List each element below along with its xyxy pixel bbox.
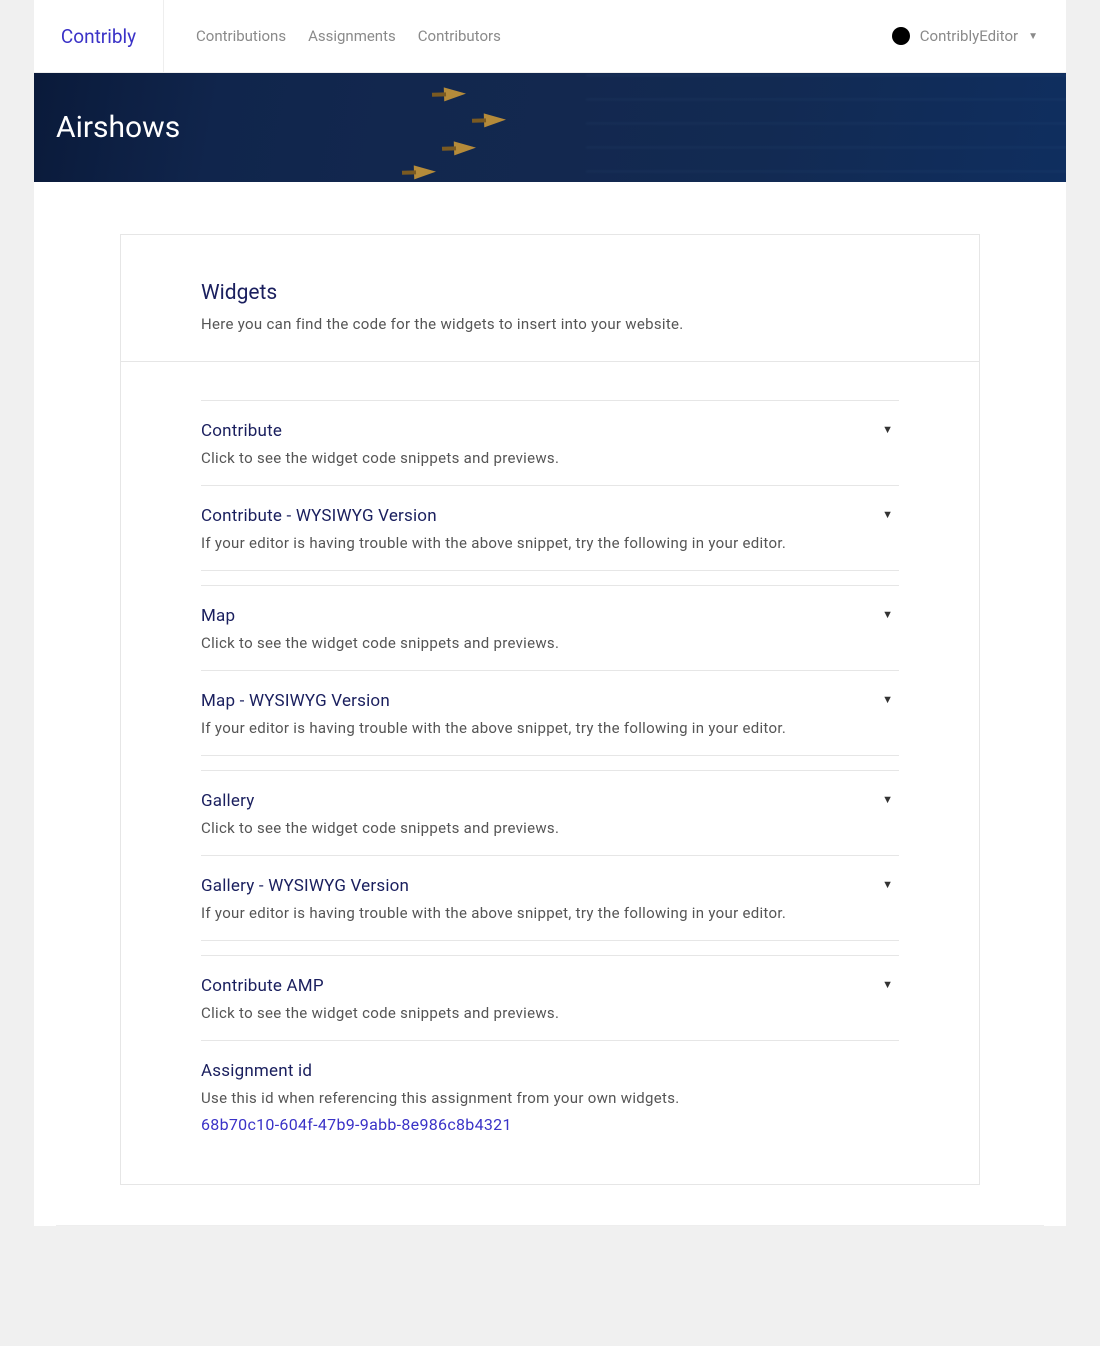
caret-down-icon: ▼ — [882, 693, 893, 706]
widget-desc: If your editor is having trouble with th… — [201, 904, 899, 922]
widgets-panel: Widgets Here you can find the code for t… — [120, 234, 980, 1185]
widget-row-map-wysiwyg[interactable]: Map - WYSIWYG Version If your editor is … — [201, 671, 899, 756]
panel-subtitle: Here you can find the code for the widge… — [201, 315, 899, 333]
footer-separator — [56, 1225, 1044, 1226]
assignment-id-label: Assignment id — [201, 1061, 899, 1081]
caret-down-icon: ▼ — [882, 793, 893, 806]
caret-down-icon: ▼ — [882, 508, 893, 521]
panel-body: Contribute Click to see the widget code … — [121, 362, 979, 1184]
navbar: Contribly Contributions Assignments Cont… — [34, 0, 1066, 73]
widget-title: Map - WYSIWYG Version — [201, 691, 899, 711]
plane-icon — [414, 165, 436, 180]
widget-row-gallery[interactable]: Gallery Click to see the widget code sni… — [201, 770, 899, 856]
widget-title: Map — [201, 606, 899, 626]
nav-contributions[interactable]: Contributions — [196, 27, 286, 45]
plane-icon — [444, 87, 466, 102]
widget-row-contribute[interactable]: Contribute Click to see the widget code … — [201, 401, 899, 486]
caret-down-icon: ▼ — [882, 878, 893, 891]
page-title: Airshows — [34, 110, 180, 145]
assignment-id-block: Assignment id Use this id when referenci… — [201, 1041, 899, 1134]
panel-header: Widgets Here you can find the code for t… — [121, 235, 979, 362]
widget-desc: If your editor is having trouble with th… — [201, 534, 899, 552]
caret-down-icon: ▼ — [1028, 31, 1038, 42]
plane-icon — [484, 113, 506, 128]
assignment-id-value[interactable]: 68b70c10-604f-47b9-9abb-8e986c8b4321 — [201, 1115, 899, 1134]
widget-desc: Click to see the widget code snippets an… — [201, 634, 899, 652]
plane-icon — [454, 141, 476, 156]
nav-assignments[interactable]: Assignments — [308, 27, 396, 45]
widget-row-map[interactable]: Map Click to see the widget code snippet… — [201, 585, 899, 671]
user-name-label: ContriblyEditor — [920, 27, 1018, 45]
widget-title: Contribute - WYSIWYG Version — [201, 506, 899, 526]
nav-links: Contributions Assignments Contributors — [164, 27, 892, 45]
content-area: Widgets Here you can find the code for t… — [34, 182, 1066, 1225]
widget-row-contribute-amp[interactable]: Contribute AMP Click to see the widget c… — [201, 955, 899, 1041]
nav-contributors[interactable]: Contributors — [418, 27, 501, 45]
widget-desc: If your editor is having trouble with th… — [201, 719, 899, 737]
user-menu[interactable]: ContriblyEditor ▼ — [892, 27, 1066, 45]
hero-banner: Airshows — [34, 73, 1066, 182]
widget-desc: Click to see the widget code snippets an… — [201, 449, 899, 467]
panel-title: Widgets — [201, 281, 899, 305]
widget-desc: Click to see the widget code snippets an… — [201, 1004, 899, 1022]
caret-down-icon: ▼ — [882, 978, 893, 991]
caret-down-icon: ▼ — [882, 608, 893, 621]
widget-title: Contribute AMP — [201, 976, 899, 996]
widget-row-contribute-wysiwyg[interactable]: Contribute - WYSIWYG Version If your edi… — [201, 486, 899, 571]
brand-logo[interactable]: Contribly — [34, 0, 164, 73]
widget-desc: Click to see the widget code snippets an… — [201, 819, 899, 837]
widget-title: Gallery — [201, 791, 899, 811]
widget-row-gallery-wysiwyg[interactable]: Gallery - WYSIWYG Version If your editor… — [201, 856, 899, 941]
widget-title: Gallery - WYSIWYG Version — [201, 876, 899, 896]
caret-down-icon: ▼ — [882, 423, 893, 436]
widget-title: Contribute — [201, 421, 899, 441]
avatar — [892, 27, 910, 45]
app-container: Contribly Contributions Assignments Cont… — [34, 0, 1066, 1226]
assignment-id-desc: Use this id when referencing this assign… — [201, 1089, 899, 1107]
